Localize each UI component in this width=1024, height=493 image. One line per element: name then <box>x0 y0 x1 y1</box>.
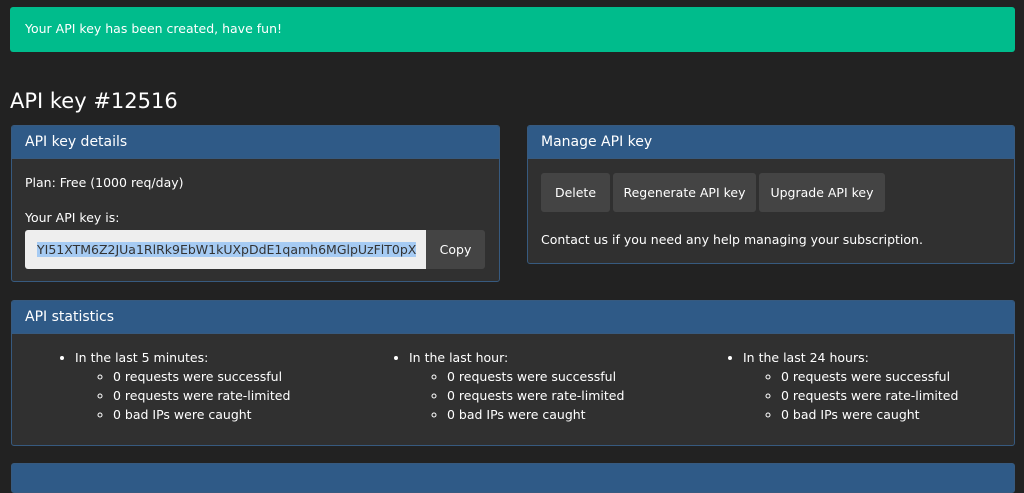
period-label: In the last hour: 0 requests were succes… <box>409 348 680 424</box>
api-key-value[interactable]: YI51XTM6Z2JUa1RlRk9EbW1kUXpDdE1qamh6MGlp… <box>37 242 417 257</box>
stat-item: 0 bad IPs were caught <box>781 405 1014 424</box>
contact-note: Contact us if you need any help managing… <box>541 232 923 247</box>
stat-item: 0 bad IPs were caught <box>447 405 680 424</box>
api-key-details-panel: API key details Plan: Free (1000 req/day… <box>11 125 500 282</box>
stat-item: 0 bad IPs were caught <box>113 405 346 424</box>
panel-title: API key details <box>12 126 499 159</box>
stat-item: 0 requests were successful <box>781 367 1014 386</box>
stat-item: 0 requests were successful <box>113 367 346 386</box>
page-title: API key #12516 <box>10 89 178 113</box>
period-label: In the last 24 hours: 0 requests were su… <box>743 348 1014 424</box>
stat-item: 0 requests were rate-limited <box>781 386 1014 405</box>
api-statistics-panel: API statistics In the last 5 minutes: 0 … <box>11 300 1015 446</box>
panel-title: Manage API key <box>528 126 1014 159</box>
stats-5-minutes: In the last 5 minutes: 0 requests were s… <box>12 348 346 424</box>
copy-button[interactable]: Copy <box>426 230 485 269</box>
delete-button[interactable]: Delete <box>541 173 610 212</box>
stat-item: 0 requests were rate-limited <box>447 386 680 405</box>
next-panel-header <box>11 463 1015 493</box>
api-key-field[interactable]: YI51XTM6Z2JUa1RlRk9EbW1kUXpDdE1qamh6MGlp… <box>25 230 426 269</box>
plan-text: Plan: Free (1000 req/day) <box>25 175 184 190</box>
upgrade-api-key-button[interactable]: Upgrade API key <box>759 173 885 212</box>
stat-item: 0 requests were rate-limited <box>113 386 346 405</box>
panel-title: API statistics <box>12 301 1014 334</box>
stats-last-hour: In the last hour: 0 requests were succes… <box>346 348 680 424</box>
stats-24-hours: In the last 24 hours: 0 requests were su… <box>680 348 1014 424</box>
key-label: Your API key is: <box>25 210 120 225</box>
stat-item: 0 requests were successful <box>447 367 680 386</box>
manage-api-key-panel: Manage API key Delete Regenerate API key… <box>527 125 1015 264</box>
period-label: In the last 5 minutes: 0 requests were s… <box>75 348 346 424</box>
success-alert: Your API key has been created, have fun! <box>10 7 1015 52</box>
regenerate-api-key-button[interactable]: Regenerate API key <box>613 173 756 212</box>
